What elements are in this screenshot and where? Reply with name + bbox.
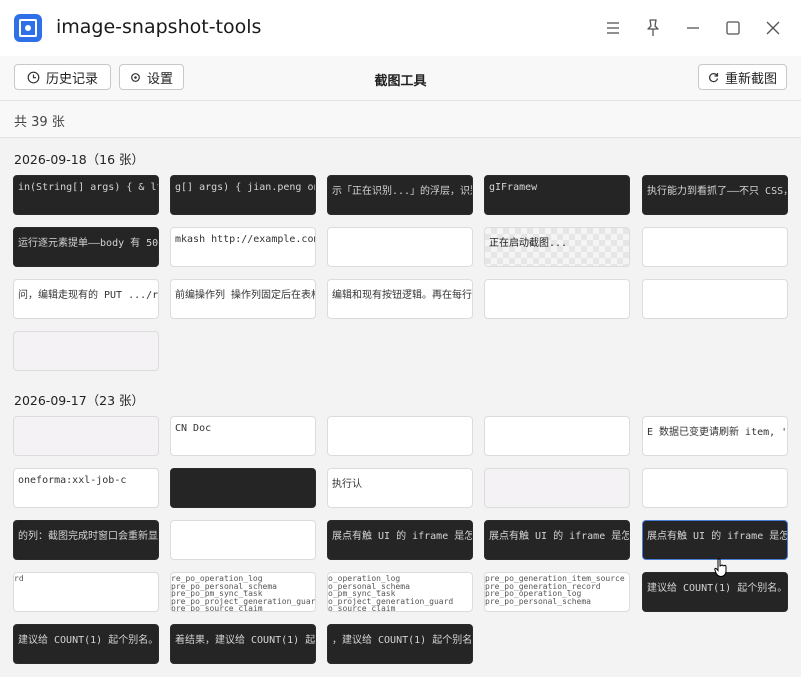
thumbnail-preview-text: pre_po_generation_item_source pre_po_gen… [485,574,625,606]
thumbnail-preview-text: re_po_operation_log pre_po_personal_sche… [171,574,316,612]
thumbnail-preview-text [485,280,629,292]
pin-icon[interactable] [639,14,667,42]
thumbnail-preview-text: rd [14,574,24,583]
screenshot-thumbnail[interactable]: 示「正在识别...」的浮层，识别 到，将数行开始果浮层（结果一 [327,175,473,215]
screenshot-thumbnail[interactable] [642,279,788,319]
thumbnail-preview-text [643,280,787,292]
maximize-icon[interactable] [719,14,747,42]
recapture-button-label: 重新截图 [724,71,777,87]
thumbnail-preview-text: 展点有触 UI 的 iframe 是怎么注入和设置时间的，以及输入框的搜索逻辑 [647,531,788,542]
screenshot-thumbnail[interactable]: 展点有触 UI 的 iframe 是怎么注入和设置时间的，以及输入框的搜索逻辑 [642,520,788,560]
screenshot-thumbnail[interactable]: 正在启动截图... [484,227,630,267]
screenshot-thumbnail[interactable]: ，建议给 COUNT(1) 起个别名。 大，建议对 (po_id, is_del… [327,624,473,664]
thumbnail-preview-text [14,417,158,429]
screenshot-thumbnail[interactable]: 问，编辑走现有的 PUT .../records/{id}（带 rowVer [13,279,159,319]
refresh-icon [709,72,719,82]
screenshot-thumbnail[interactable]: E 数据已变更请刷新 item, '')或者直接去 [642,416,788,456]
thumbnail-preview-text [171,469,315,481]
thumbnail-preview-text: 示「正在识别...」的浮层，识别 到，将数行开始果浮层（结果一 [332,186,473,197]
screenshot-thumbnail[interactable] [484,468,630,508]
hand-cursor-icon [714,558,727,578]
thumbnail-gallery[interactable]: 2026-09-18（16 张） in(String[] args) { & l… [0,138,801,677]
thumbnail-preview-text: 展点有触 UI 的 iframe 是怎么注入和设置时间的，以及输入框的搜索逻辑 [489,531,630,542]
thumbnail-preview-text: gIFramew [489,182,538,193]
screenshot-thumbnail[interactable]: 着结果，建议给 COUNT(1) 起个别名。 [170,624,316,664]
screenshot-thumbnail[interactable] [170,520,316,560]
app-logo-icon [14,14,42,42]
screenshot-thumbnail[interactable] [484,416,630,456]
thumbnail-preview-text: 展点有触 UI 的 iframe 是怎么注入和设置时间的（以及输入框 [332,531,473,542]
screenshot-thumbnail[interactable]: oneforma:xxl-job-c [13,468,159,508]
thumbnail-preview-text [328,228,472,240]
thumbnail-preview-text: CN Doc [175,423,212,434]
screenshot-thumbnail[interactable]: 执行认 [327,468,473,508]
thumbnail-preview-text: 问，编辑走现有的 PUT .../records/{id}（带 rowVer [18,290,159,301]
screenshot-thumbnail[interactable] [642,227,788,267]
thumbnail-preview-text: 的列：截图完成时窗口会重新显示，UTools 可能还会弹窗一次进入重置 [18,531,158,542]
menu-icon[interactable] [599,14,627,42]
thumbnail-preview-text: o_operation_log o_personal_schema o_pm_s… [328,574,454,612]
thumbnail-preview-text: 执行认 [332,479,362,490]
thumbnail-preview-text: g[] args) { jian.peng one.getTimeZone( "… [175,182,315,193]
screenshot-thumbnail[interactable]: 执行能力到看抓了——不只 CSS，不是展学，旧 HTML 结构保存一个 得到编辑… [642,175,788,215]
screenshot-thumbnail[interactable] [327,227,473,267]
group-header: 2026-09-17（23 张） [14,393,145,408]
screenshot-thumbnail[interactable]: 前编操作列 操作列固定后在表格最后一列 [170,279,316,319]
thumbnail-preview-text: in(String[] args) { & lt(TimeZone.getTim… [18,182,158,193]
thumbnail-preview-text [485,469,629,481]
total-count: 共 39 张 [14,115,65,130]
screenshot-thumbnail[interactable] [13,331,159,371]
thumbnail-preview-text [485,417,629,429]
thumbnail-preview-text [14,332,158,344]
screenshot-thumbnail[interactable]: g[] args) { jian.peng one.getTimeZone( "… [170,175,316,215]
thumbnail-preview-text [171,521,315,533]
thumbnail-preview-text: oneforma:xxl-job-c [18,475,127,486]
thumbnail-preview-text: 编辑和现有按钮逻辑。再在每行末尾加固定操作列和编辑功能。 [332,290,472,301]
screenshot-thumbnail[interactable]: 运行逐元素提单——body 有 505（前 已下方没有任何空白；历史网络确认日 [13,227,159,267]
screenshot-thumbnail[interactable]: pre_po_generation_item_source pre_po_gen… [484,572,630,612]
thumbnail-preview-text: 前编操作列 操作列固定后在表格最后一列 [175,290,315,301]
screenshot-thumbnail[interactable]: re_po_operation_log pre_po_personal_sche… [170,572,316,612]
page-title: 截图工具 [374,74,427,89]
screenshot-thumbnail[interactable]: 编辑和现有按钮逻辑。再在每行末尾加固定操作列和编辑功能。 [327,279,473,319]
thumbnail-preview-text: 着结果，建议给 COUNT(1) 起个别名。 [175,635,316,646]
toolbar: 历史记录 设置 截图工具 重新截图 [0,56,801,101]
screenshot-thumbnail[interactable]: 建议给 COUNT(1) 起个别名。 大，建议对 (po_id, is_dele… [13,624,159,664]
thumbnail-preview-text [643,228,787,240]
thumbnail-preview-text: 正在启动截图... [489,238,568,249]
screenshot-thumbnail[interactable]: 展点有触 UI 的 iframe 是怎么注入和设置时间的（以及输入框 [327,520,473,560]
minimize-icon[interactable] [679,14,707,42]
screenshot-thumbnail[interactable]: gIFramew [484,175,630,215]
screenshot-thumbnail[interactable]: rd [13,572,159,612]
screenshot-thumbnail[interactable] [170,468,316,508]
thumbnail-preview-text [643,469,787,481]
group-header: 2026-09-18（16 张） [14,152,145,167]
recapture-button[interactable]: 重新截图 [698,64,787,90]
thumbnail-preview-text: mkash http://example.com/a http://exampl… [175,234,315,245]
title-bar: image-snapshot-tools [0,0,801,56]
thumbnail-preview-text: 执行能力到看抓了——不只 CSS，不是展学，旧 HTML 结构保存一个 得到编辑… [647,186,787,197]
screenshot-thumbnail[interactable]: in(String[] args) { & lt(TimeZone.getTim… [13,175,159,215]
summary-bar: 共 39 张 [0,101,801,138]
thumbnail-preview-text [328,417,472,429]
screenshot-thumbnail[interactable] [13,416,159,456]
screenshot-thumbnail[interactable] [484,279,630,319]
thumbnail-preview-text: 建议给 COUNT(1) 起个别名。 大，建议对 (po_id, is_dele… [18,635,159,646]
app-title: image-snapshot-tools [56,16,262,38]
screenshot-thumbnail[interactable]: 展点有触 UI 的 iframe 是怎么注入和设置时间的，以及输入框的搜索逻辑 [484,520,630,560]
screenshot-thumbnail[interactable] [642,468,788,508]
screenshot-thumbnail[interactable]: CN Doc [170,416,316,456]
thumbnail-preview-text: E 数据已变更请刷新 item, '')或者直接去 [647,427,788,438]
screenshot-thumbnail[interactable]: 建议给 COUNT(1) 起个别名。 [642,572,788,612]
screenshot-thumbnail[interactable] [327,416,473,456]
screenshot-thumbnail[interactable]: o_operation_log o_personal_schema o_pm_s… [327,572,473,612]
screenshot-thumbnail[interactable]: mkash http://example.com/a http://exampl… [170,227,316,267]
screenshot-thumbnail[interactable]: 的列：截图完成时窗口会重新显示，UTools 可能还会弹窗一次进入重置 [13,520,159,560]
close-icon[interactable] [759,14,787,42]
thumbnail-preview-text: 运行逐元素提单——body 有 505（前 已下方没有任何空白；历史网络确认日 [18,238,159,249]
thumbnail-preview-text: ，建议给 COUNT(1) 起个别名。 大，建议对 (po_id, is_del… [332,635,473,646]
